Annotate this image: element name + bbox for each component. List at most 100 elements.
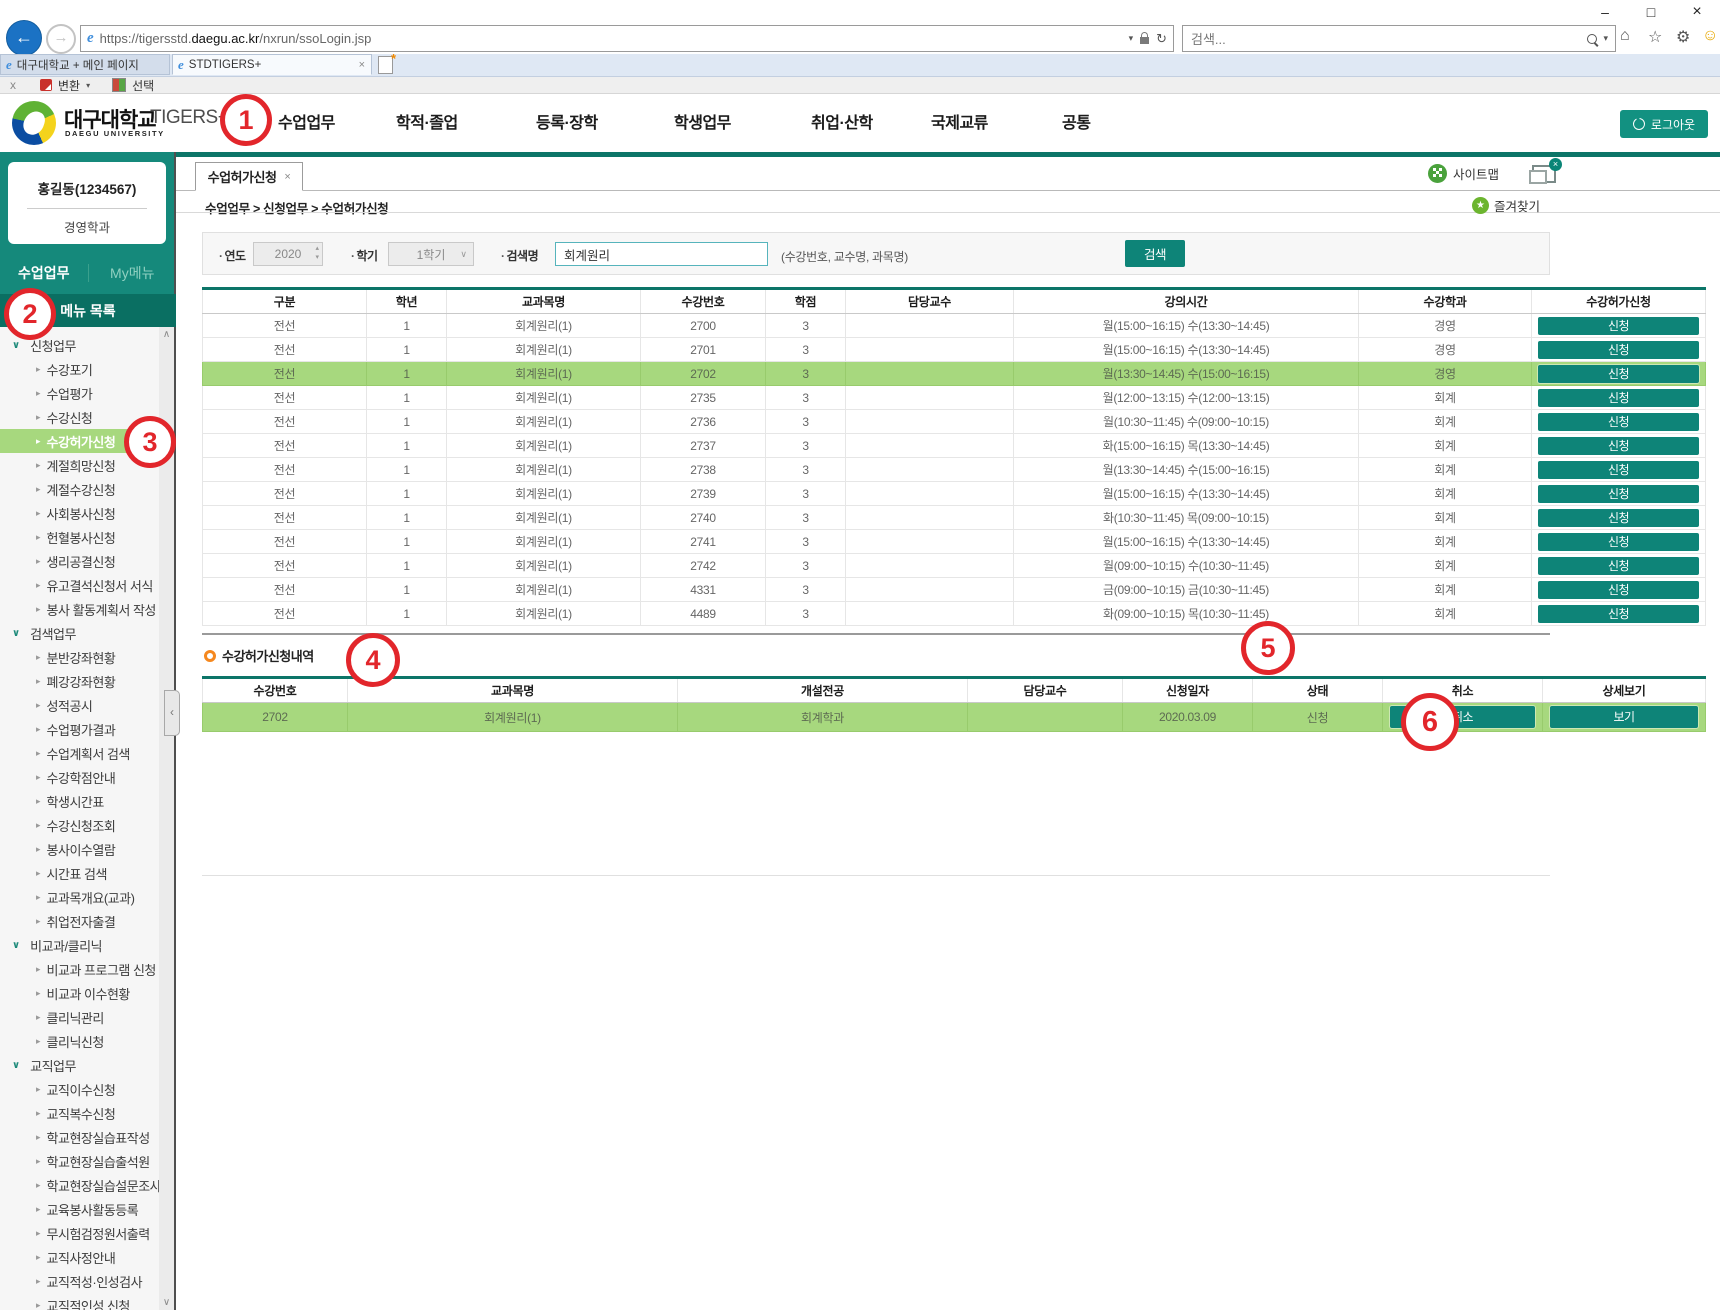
sidebar-item[interactable]: ▸클리닉관리 bbox=[0, 1005, 159, 1029]
favorites-link[interactable]: ★ 즐겨찾기 bbox=[1472, 196, 1540, 215]
sidebar-item[interactable]: ▸시간표 검색 bbox=[0, 861, 159, 885]
sidebar-group[interactable]: ∨교직업무 bbox=[0, 1053, 159, 1077]
nav-item-1[interactable]: 수업업무 bbox=[278, 109, 335, 133]
sidebar-item[interactable]: ▸수업계획서 검색 bbox=[0, 741, 159, 765]
sidebar-tab-mymenu[interactable]: My메뉴 bbox=[89, 263, 177, 283]
sidebar-item[interactable]: ▸수업평가 bbox=[0, 381, 159, 405]
logout-button[interactable]: 로그아웃 bbox=[1620, 110, 1708, 138]
close-all-tabs-icon[interactable] bbox=[1532, 165, 1556, 183]
nav-item-3[interactable]: 등록·장학 bbox=[536, 109, 598, 133]
spin-up-icon[interactable]: ▴ bbox=[315, 244, 319, 253]
select-button[interactable]: 선택 bbox=[132, 77, 154, 94]
sidebar-item[interactable]: ▸학교현장실습출석원 bbox=[0, 1149, 159, 1173]
sidebar-item[interactable]: ▸폐강강좌현황 bbox=[0, 669, 159, 693]
favorites-star-icon[interactable]: ☆ bbox=[1648, 27, 1662, 47]
sidebar-item[interactable]: ▸수강학점안내 bbox=[0, 765, 159, 789]
sidebar-item[interactable]: ▸수업평가결과 bbox=[0, 717, 159, 741]
gear-icon[interactable]: ⚙ bbox=[1676, 27, 1690, 47]
browser-tab-stdtigers[interactable]: e STDTIGERS+ × bbox=[172, 54, 372, 75]
sitemap-link[interactable]: 사이트맵 bbox=[1428, 164, 1499, 183]
apply-button[interactable]: 신청 bbox=[1538, 581, 1699, 599]
sidebar-item[interactable]: ▸학교현장실습설문조사 bbox=[0, 1173, 159, 1197]
sidebar-item[interactable]: ▸학생시간표 bbox=[0, 789, 159, 813]
maximize-icon[interactable]: □ bbox=[1628, 0, 1674, 24]
apply-button[interactable]: 신청 bbox=[1538, 557, 1699, 575]
browser-search-input[interactable]: 검색... ▾ bbox=[1182, 25, 1616, 52]
sidebar-item[interactable]: ▸헌혈봉사신청 bbox=[0, 525, 159, 549]
sidebar-item[interactable]: ▸수강신청조회 bbox=[0, 813, 159, 837]
toolbar-close-icon[interactable]: x bbox=[10, 78, 16, 92]
sidebar-item[interactable]: ▸교직복수신청 bbox=[0, 1101, 159, 1125]
new-tab-button[interactable] bbox=[378, 56, 393, 74]
nav-item-4[interactable]: 학생업무 bbox=[674, 109, 731, 133]
apply-button[interactable]: 신청 bbox=[1538, 605, 1699, 623]
sidebar-scrollbar[interactable]: ∧ ∨ bbox=[159, 327, 174, 1310]
nav-item-2[interactable]: 학적·졸업 bbox=[396, 109, 458, 133]
browser-tab-main[interactable]: e 대구대학교 + 메인 페이지 bbox=[0, 54, 170, 75]
tab-close-icon[interactable]: × bbox=[359, 59, 371, 71]
tab-close-icon[interactable]: × bbox=[284, 171, 290, 183]
sidebar-collapse-handle[interactable]: ‹ bbox=[164, 690, 180, 736]
sidebar-item[interactable]: ▸성적공시 bbox=[0, 693, 159, 717]
keyword-input[interactable]: 회계원리 bbox=[555, 242, 768, 266]
chevron-down-icon[interactable]: ▾ bbox=[86, 81, 90, 90]
sidebar-item[interactable]: ▸사회봉사신청 bbox=[0, 501, 159, 525]
scroll-down-icon[interactable]: ∨ bbox=[159, 1295, 174, 1310]
sidebar-item[interactable]: ▸분반강좌현황 bbox=[0, 645, 159, 669]
sidebar-item[interactable]: ▸교직이수신청 bbox=[0, 1077, 159, 1101]
table-cell: 전선 bbox=[203, 386, 367, 410]
sidebar-item[interactable]: ▸생리공결신청 bbox=[0, 549, 159, 573]
chevron-down-icon[interactable]: ▾ bbox=[1603, 33, 1608, 44]
sidebar-item[interactable]: ▸교직적성·인성검사 bbox=[0, 1269, 159, 1293]
apply-button[interactable]: 신청 bbox=[1538, 485, 1699, 503]
sidebar-item[interactable]: ▸취업전자출결 bbox=[0, 909, 159, 933]
view-button[interactable]: 보기 bbox=[1550, 706, 1698, 728]
sidebar-item[interactable]: ▸클리닉신청 bbox=[0, 1029, 159, 1053]
address-bar[interactable]: e https://tigersstd.daegu.ac.kr/nxrun/ss… bbox=[80, 25, 1174, 52]
forward-button[interactable]: → bbox=[46, 24, 76, 54]
sidebar-item[interactable]: ▸무시험검정원서출력 bbox=[0, 1221, 159, 1245]
apply-button[interactable]: 신청 bbox=[1538, 437, 1699, 455]
sidebar-group[interactable]: ∨비교과/클리닉 bbox=[0, 933, 159, 957]
search-icon[interactable] bbox=[1587, 34, 1597, 44]
sidebar-item[interactable]: ▸봉사 활동계획서 작성 bbox=[0, 597, 159, 621]
nav-item-6[interactable]: 국제교류 bbox=[931, 109, 988, 133]
scroll-up-icon[interactable]: ∧ bbox=[159, 327, 174, 342]
apply-button[interactable]: 신청 bbox=[1538, 533, 1699, 551]
apply-button[interactable]: 신청 bbox=[1538, 317, 1699, 335]
close-icon[interactable]: × bbox=[1674, 0, 1720, 24]
nav-item-5[interactable]: 취업·산학 bbox=[811, 109, 873, 133]
spin-down-icon[interactable]: ▾ bbox=[315, 253, 319, 262]
sidebar-item[interactable]: ▸학교현장실습표작성 bbox=[0, 1125, 159, 1149]
search-button[interactable]: 검색 bbox=[1125, 240, 1185, 267]
apply-button[interactable]: 신청 bbox=[1538, 365, 1699, 383]
sidebar-tab-courses[interactable]: 수업업무 bbox=[0, 263, 88, 283]
sidebar-group[interactable]: ∨검색업무 bbox=[0, 621, 159, 645]
apply-button[interactable]: 신청 bbox=[1538, 413, 1699, 431]
sidebar-item[interactable]: ▸교과목개요(교과) bbox=[0, 885, 159, 909]
sidebar-item[interactable]: ▸교직적인성 신청 bbox=[0, 1293, 159, 1310]
sidebar-item[interactable]: ▸비교과 프로그램 신청 bbox=[0, 957, 159, 981]
apply-button[interactable]: 신청 bbox=[1538, 509, 1699, 527]
sidebar-item[interactable]: ▸계절수강신청 bbox=[0, 477, 159, 501]
smiley-feedback-icon[interactable]: ☺ bbox=[1702, 27, 1718, 45]
minimize-icon[interactable]: – bbox=[1582, 0, 1628, 24]
nav-item-7[interactable]: 공통 bbox=[1062, 109, 1090, 133]
apply-button[interactable]: 신청 bbox=[1538, 389, 1699, 407]
sidebar-item[interactable]: ▸교육봉사활동등록 bbox=[0, 1197, 159, 1221]
refresh-icon[interactable]: ↻ bbox=[1156, 31, 1167, 47]
apply-button[interactable]: 신청 bbox=[1538, 341, 1699, 359]
sidebar-item[interactable]: ▸수강포기 bbox=[0, 357, 159, 381]
sidebar-item[interactable]: ▸비교과 이수현황 bbox=[0, 981, 159, 1005]
term-select[interactable]: 1학기 ∨ bbox=[388, 242, 474, 266]
apply-button[interactable]: 신청 bbox=[1538, 461, 1699, 479]
page-tab[interactable]: 수업허가신청 × bbox=[195, 162, 303, 191]
chevron-down-icon[interactable]: ▾ bbox=[1129, 33, 1134, 44]
home-icon[interactable]: ⌂ bbox=[1620, 27, 1630, 45]
year-spinner[interactable]: 2020 ▴▾ bbox=[253, 242, 323, 266]
back-button[interactable]: ← bbox=[6, 20, 42, 56]
sidebar-item[interactable]: ▸교직사정안내 bbox=[0, 1245, 159, 1269]
sidebar-item[interactable]: ▸봉사이수열람 bbox=[0, 837, 159, 861]
convert-button[interactable]: 변환 bbox=[58, 77, 80, 94]
sidebar-item[interactable]: ▸유고결석신청서 서식 bbox=[0, 573, 159, 597]
